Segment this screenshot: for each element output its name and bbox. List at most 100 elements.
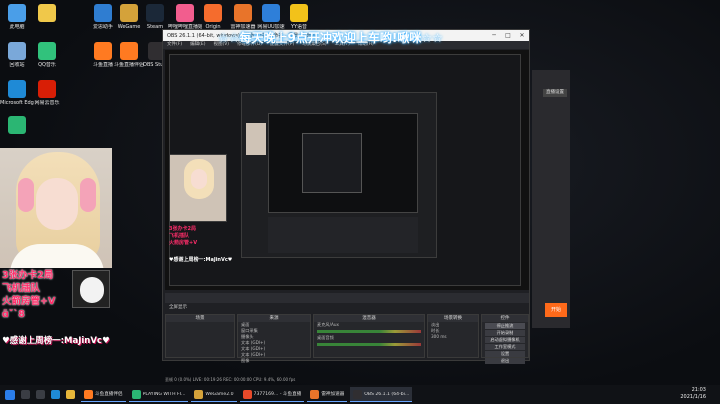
obs-menu-item[interactable]: 文件(F) [167, 41, 182, 49]
control-button[interactable]: 退出 [485, 358, 525, 364]
transitions-dock: 场景转换 淡出 时长 300 ms [427, 314, 479, 358]
task-view-icon[interactable] [36, 390, 45, 399]
taskbar-app-label: 7377169... - 斗鱼直播 [253, 392, 302, 397]
desktop-icon[interactable] [0, 116, 34, 136]
app-icon [290, 4, 308, 22]
source-item[interactable]: 图像 [238, 358, 310, 364]
edge-icon[interactable] [51, 390, 60, 399]
source-toolbar-label: 全屏显示 [169, 305, 187, 310]
app-icon [234, 4, 252, 22]
app-icon [146, 4, 164, 22]
audio-dock-title: 混音器 [314, 315, 424, 322]
app-icon [94, 4, 112, 22]
start-button[interactable]: 开始 [545, 303, 567, 317]
nested-overlay: 3张办卡2局 飞机插队 火箭房管+V [169, 226, 198, 246]
desktop-icon[interactable]: YY语音 [282, 4, 316, 30]
headphone-left-icon [18, 178, 34, 212]
taskbar-app[interactable]: 7377169... - 斗鱼直播 [239, 387, 305, 402]
audio-track-2: 桌面音频 [317, 335, 334, 340]
taskbar-app[interactable]: WeGame2.0 [191, 387, 237, 402]
taskbar-app[interactable]: 雷神加速器 [307, 387, 348, 402]
duration-field[interactable]: 300 ms [428, 334, 478, 340]
obs-docks: 场景 来源 桌面 窗口采集 摄像头 文本 (GDI+) 文本 (GDI+) 文本 (GDI… [165, 314, 529, 364]
taskbar-app[interactable]: PLAYING WITH FI... [128, 387, 189, 402]
controls-dock: 控件 停止推流 开始录制 启动虚拟摄像机 工作室模式 设置 退出 [481, 314, 529, 364]
dog-image [72, 270, 110, 308]
obs-window: OBS 26.1.1 (64-bit, windows) - 配置文件: 未命名… [162, 29, 530, 382]
taskbar-app-label: 斗鱼直播伴侣 [95, 392, 123, 397]
sources-dock: 来源 桌面 窗口采集 摄像头 文本 (GDI+) 文本 (GDI+) 文本 (GDI+) 图… [237, 314, 311, 363]
app-icon [8, 80, 26, 98]
background-window [532, 70, 570, 328]
scenes-dock-title: 场景 [166, 315, 234, 322]
desktop-icon-label: 回收站 [9, 62, 25, 68]
close-icon[interactable]: ✕ [515, 30, 529, 41]
search-icon[interactable] [21, 390, 30, 399]
minimize-icon[interactable]: ─ [487, 30, 501, 41]
taskbar-app-icon [194, 389, 204, 399]
scenes-dock: 场景 [165, 314, 235, 358]
app-icon [38, 80, 56, 98]
clock-date[interactable]: 2021/1/16 [680, 394, 706, 401]
taskbar-app-label: 雷神加速器 [321, 392, 345, 397]
desktop-icon[interactable]: 回收站 [0, 42, 34, 68]
app-icon [38, 4, 56, 22]
desktop-icon[interactable]: Steam [138, 4, 172, 30]
desktop-icon[interactable]: 此电脑 [0, 4, 34, 30]
maximize-icon[interactable]: □ [501, 30, 515, 41]
nested-obs-1 [241, 92, 437, 258]
overlay-line1: 3张办卡2局 [2, 270, 54, 281]
app-icon [120, 42, 138, 60]
desktop: 此电脑 爱思助手 WeGame Steam 哔哩哔哩直播姬 Origin 雷神加速器 网易UU… [0, 0, 720, 404]
webcam-shirt [10, 244, 104, 268]
system-tray: 21:03 2021/1/16 [680, 387, 706, 401]
control-button[interactable]: 启动虚拟摄像机 [485, 337, 525, 343]
control-button[interactable]: 设置 [485, 351, 525, 357]
app-icon [38, 42, 56, 60]
control-button[interactable]: 停止推流 [485, 323, 525, 329]
desktop-icon[interactable]: QQ音乐 [30, 42, 64, 68]
clock-time[interactable]: 21:03 [680, 387, 706, 394]
overlay-line2: 飞机插队 [2, 283, 41, 294]
taskbar-app-icon [242, 389, 252, 399]
control-button[interactable]: 开始录制 [485, 330, 525, 336]
start-icon[interactable] [5, 389, 15, 400]
sources-dock-title: 来源 [238, 315, 310, 322]
stream-banner: ☆☆每天晚上9点开冲欢迎上车哟!啾咪☆☆ [218, 31, 443, 45]
desktop-icon[interactable] [30, 4, 64, 24]
overlay-line4: ɑ̃ˇˋ8 [2, 309, 25, 320]
app-icon [94, 42, 112, 60]
desktop-icon-label: QQ音乐 [38, 62, 56, 68]
taskbar-app-label: PLAYING WITH FI... [142, 391, 186, 397]
taskbar: 斗鱼直播伴侣 PLAYING WITH FI... WeGame2.0 7377169… [0, 385, 720, 404]
taskbar-app-icon [310, 389, 320, 399]
side-window-tag[interactable]: 直播设置 [543, 89, 567, 97]
transitions-dock-title: 场景转换 [428, 315, 478, 322]
app-icon [120, 4, 138, 22]
headphone-right-icon [80, 178, 96, 212]
overlay-line3: 火箭房管+V [2, 296, 56, 307]
source-toolbar: 全屏显示 [165, 293, 529, 310]
desktop-icon-label: 网易云音乐 [34, 100, 60, 106]
obs-preview[interactable]: 3张办卡2局 飞机插队 火箭房管+V ♥感谢上周榜一:MaJinVc♥ [165, 50, 529, 290]
controls-dock-title: 控件 [482, 315, 528, 322]
audio-meter-2 [317, 343, 421, 346]
control-button[interactable]: 工作室模式 [485, 344, 525, 350]
app-icon [8, 42, 26, 60]
overlay-thanks: ♥感谢上周榜一:MaJinVc♥ [2, 336, 110, 346]
taskbar-app-label: OBS 26.1.1 (64-bi... [364, 391, 410, 397]
desktop-icon[interactable]: Origin [196, 4, 230, 30]
audio-mixer-dock: 混音器 麦克风/Aux 桌面音频 [313, 314, 425, 358]
desktop-icon[interactable]: Microsoft Edge [0, 80, 34, 106]
taskbar-app-icon [84, 389, 93, 399]
folder-icon[interactable] [66, 390, 75, 399]
desktop-icon[interactable]: 网易云音乐 [30, 80, 64, 106]
taskbar-app[interactable]: OBS 26.1.1 (64-bi... [350, 387, 413, 402]
taskbar-app-icon [353, 389, 363, 399]
audio-meter-1 [317, 330, 421, 333]
obs-menu-item[interactable]: 编辑(E) [190, 41, 205, 49]
app-icon [204, 4, 222, 22]
taskbar-app[interactable]: 斗鱼直播伴侣 [81, 387, 126, 402]
taskbar-app-icon [131, 389, 141, 399]
taskbar-app-label: WeGame2.0 [205, 391, 234, 397]
